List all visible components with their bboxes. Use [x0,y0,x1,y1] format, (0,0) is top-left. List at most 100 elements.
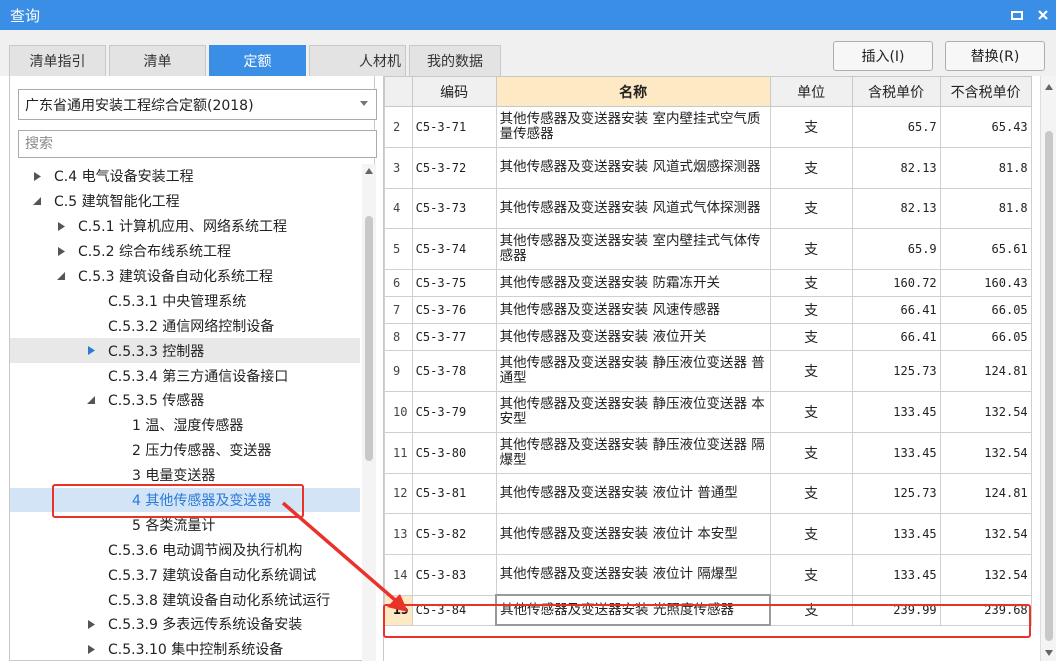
code-cell[interactable]: C5-3-83 [411,554,497,596]
row-number-cell[interactable]: 3 [384,146,413,189]
expand-arrow-icon[interactable] [30,169,44,183]
unit-cell[interactable]: 支 [769,106,853,148]
price-tax-cell[interactable]: 133.45 [851,431,941,474]
unit-cell[interactable]: 支 [769,431,853,474]
name-cell[interactable]: 其他传感器及变送器安装 防霜冻开关 [495,269,771,298]
code-cell[interactable]: C5-3-77 [411,323,497,352]
collapse-arrow-icon[interactable] [54,269,68,283]
row-number-cell[interactable]: 11 [384,431,413,474]
tree-node[interactable]: C.5.3.8 建筑设备自动化系统试运行 [10,587,360,612]
row-number-cell[interactable]: 4 [384,187,413,230]
tree-node[interactable]: 3 电量变送器 [10,463,360,488]
tab-quota[interactable]: 定额 [209,45,306,76]
code-cell[interactable]: C5-3-79 [411,390,497,433]
tab-my-data[interactable]: 我的数据 [409,45,501,76]
header-code[interactable]: 编码 [411,76,497,107]
collapse-arrow-icon[interactable] [30,194,44,208]
price-notax-cell[interactable]: 66.05 [939,323,1032,352]
price-notax-cell[interactable]: 65.61 [939,228,1032,271]
code-cell[interactable]: C5-3-71 [411,106,497,148]
tree-node[interactable]: C.5 建筑智能化工程 [10,189,360,214]
price-tax-cell[interactable]: 65.9 [851,228,941,271]
table-row[interactable]: 12 C5-3-81 其他传感器及变送器安装 液位计 普通型支 125.73 124.8… [384,472,1032,515]
unit-cell[interactable]: 支 [769,554,853,596]
tree-node[interactable]: C.5.3.3 控制器 [10,338,360,364]
scroll-down-icon[interactable] [1045,650,1053,656]
row-number-cell[interactable]: 5 [384,228,413,271]
expand-arrow-icon[interactable] [84,344,98,358]
name-cell[interactable]: 其他传感器及变送器安装 液位计 普通型 [495,472,771,515]
header-name[interactable]: 名称 [495,76,771,107]
header-price-tax[interactable]: 含税单价 [851,76,941,107]
price-tax-cell[interactable]: 82.13 [851,146,941,189]
price-tax-cell[interactable]: 82.13 [851,187,941,230]
price-notax-cell[interactable]: 65.43 [939,106,1032,148]
scroll-up-icon[interactable] [365,168,373,174]
unit-cell[interactable]: 支 [769,513,853,556]
unit-cell[interactable]: 支 [769,228,853,271]
tab-list-guide[interactable]: 清单指引 [9,45,106,76]
tree-node[interactable]: 5 各类流量计 [10,512,360,537]
row-number-cell[interactable]: 9 [384,350,413,392]
tab-bill[interactable]: 清单 [109,45,206,76]
price-notax-cell[interactable]: 124.81 [939,350,1032,392]
tree-node[interactable]: 2 压力传感器、变送器 [10,438,360,463]
name-cell[interactable]: 其他传感器及变送器安装 风速传感器 [495,296,771,325]
tree-node[interactable]: C.5.3.5 传感器 [10,388,360,413]
price-notax-cell[interactable]: 66.05 [939,296,1032,325]
table-row[interactable]: 7 C5-3-76 其他传感器及变送器安装 风速传感器支 66.41 66.05 [384,296,1032,325]
close-button[interactable] [1030,0,1056,30]
tree-node[interactable]: 1 温、湿度传感器 [10,413,360,438]
unit-cell[interactable]: 支 [769,296,853,325]
tree-node[interactable]: C.5.3.10 集中控制系统设备 [10,637,360,661]
price-tax-cell[interactable]: 66.41 [851,323,941,352]
tree-node[interactable]: C.5.3 建筑设备自动化系统工程 [10,264,360,289]
price-tax-cell[interactable]: 66.41 [851,296,941,325]
quota-library-select[interactable]: 广东省通用安装工程综合定额(2018) [18,89,377,120]
table-row[interactable]: 15 C5-3-84 其他传感器及变送器安装 光照度传感器支 239.99 239.68 [384,594,1032,627]
unit-cell[interactable]: 支 [769,146,853,189]
scroll-up-icon[interactable] [1045,84,1053,90]
name-cell[interactable]: 其他传感器及变送器安装 静压液位变送器 本安型 [495,390,771,433]
name-cell[interactable]: 其他传感器及变送器安装 液位计 本安型 [495,513,771,556]
unit-cell[interactable]: 支 [769,472,853,515]
unit-cell[interactable]: 支 [769,187,853,230]
unit-cell[interactable]: 支 [769,390,853,433]
row-number-cell[interactable]: 7 [384,296,413,325]
price-tax-cell[interactable]: 133.45 [851,554,941,596]
price-notax-cell[interactable]: 81.8 [939,187,1032,230]
code-cell[interactable]: C5-3-74 [411,228,497,271]
unit-cell[interactable]: 支 [769,350,853,392]
code-cell[interactable]: C5-3-78 [411,350,497,392]
expand-arrow-icon[interactable] [54,244,68,258]
code-cell[interactable]: C5-3-73 [411,187,497,230]
insert-button[interactable]: 插入(I) [833,41,933,71]
code-cell[interactable]: C5-3-84 [411,594,497,626]
name-cell[interactable]: 其他传感器及变送器安装 液位计 隔爆型 [495,554,771,596]
name-cell[interactable]: 其他传感器及变送器安装 风道式气体探测器 [495,187,771,230]
tree-scrollbar[interactable] [362,164,376,661]
row-number-cell[interactable]: 10 [384,390,413,433]
search-input[interactable] [18,130,377,158]
unit-cell[interactable]: 支 [769,323,853,352]
name-cell[interactable]: 其他传感器及变送器安装 静压液位变送器 隔爆型 [495,431,771,474]
table-row[interactable]: 4 C5-3-73 其他传感器及变送器安装 风道式气体探测器支 82.13 81.8 [384,187,1032,230]
name-cell[interactable]: 其他传感器及变送器安装 室内壁挂式空气质量传感器 [495,106,771,148]
tree-node[interactable]: C.5.2 综合布线系统工程 [10,239,360,264]
name-cell[interactable]: 其他传感器及变送器安装 静压液位变送器 普通型 [495,350,771,392]
table-row[interactable]: 3 C5-3-72 其他传感器及变送器安装 风道式烟感探测器支 82.13 81.8 [384,146,1032,189]
price-notax-cell[interactable]: 160.43 [939,269,1032,298]
price-tax-cell[interactable]: 133.45 [851,390,941,433]
price-notax-cell[interactable]: 132.54 [939,390,1032,433]
price-notax-cell[interactable]: 132.54 [939,431,1032,474]
expand-arrow-icon[interactable] [54,219,68,233]
table-row[interactable]: 10 C5-3-79 其他传感器及变送器安装 静压液位变送器 本安型支 133.45 1… [384,390,1032,433]
price-notax-cell[interactable]: 132.54 [939,513,1032,556]
table-row[interactable]: 11 C5-3-80 其他传感器及变送器安装 静压液位变送器 隔爆型支 133.45 1… [384,431,1032,474]
code-cell[interactable]: C5-3-81 [411,472,497,515]
price-tax-cell[interactable]: 65.7 [851,106,941,148]
table-row[interactable]: 8 C5-3-77 其他传感器及变送器安装 液位开关支 66.41 66.05 [384,323,1032,352]
code-cell[interactable]: C5-3-75 [411,269,497,298]
minimize-button[interactable] [1004,0,1030,30]
unit-cell[interactable]: 支 [769,269,853,298]
